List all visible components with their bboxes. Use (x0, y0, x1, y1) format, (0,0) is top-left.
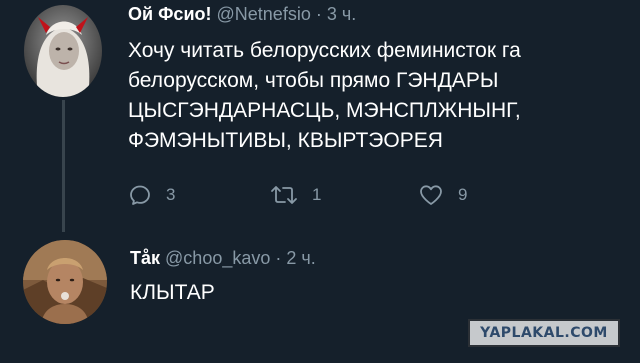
timestamp[interactable]: 3 ч. (327, 4, 356, 24)
tweet-header: Тåк @choo_kavo · 2 ч. (130, 248, 316, 269)
tweet-text-line: белорусском, чтобы прямо ГЭНДАРЫ (128, 69, 499, 92)
retweet-count: 1 (312, 185, 322, 204)
tweet-text-line: Хочу читать белорусских феминисток га (128, 39, 521, 62)
retweet-icon (271, 186, 297, 204)
reply-count: 3 (166, 185, 176, 204)
separator: · (315, 4, 322, 24)
tweet-text-line: ФЭМЭНЫТИВЫ, КВЫРТЭОРЕЯ (128, 129, 443, 152)
avatar-netnefsio[interactable] (24, 5, 102, 97)
watermark-text: YAPLAKAL.COM (480, 325, 608, 341)
like-count: 9 (458, 185, 468, 204)
reply-icon (130, 185, 150, 205)
retweet-button[interactable]: 1 (270, 183, 321, 207)
like-button[interactable]: 9 (418, 183, 467, 207)
avatar-choo-kavo[interactable] (23, 240, 107, 324)
tweet-text: Хочу читать белорусских феминисток га бе… (128, 36, 608, 156)
tweet-text: КЛЫТАР (130, 281, 215, 304)
author-handle[interactable]: @Netnefsio (217, 4, 311, 24)
author-handle[interactable]: @choo_kavo (165, 248, 270, 268)
timestamp[interactable]: 2 ч. (286, 248, 315, 268)
author-name[interactable]: Ой Фсио! (128, 4, 212, 24)
author-name[interactable]: Тåк (130, 248, 160, 268)
thread-line (62, 100, 65, 232)
reply-button[interactable]: 3 (128, 183, 175, 207)
tweet-header: Ой Фсио! @Netnefsio · 3 ч. (128, 4, 356, 25)
watermark-logo: YAPLAKAL.COM (468, 319, 620, 347)
tweet-text-line: ЦЫСГЭНДАРНАСЦЬ, МЭНСПЛЖНЫНГ, (128, 99, 521, 122)
like-icon (420, 185, 442, 205)
separator: · (275, 248, 282, 268)
